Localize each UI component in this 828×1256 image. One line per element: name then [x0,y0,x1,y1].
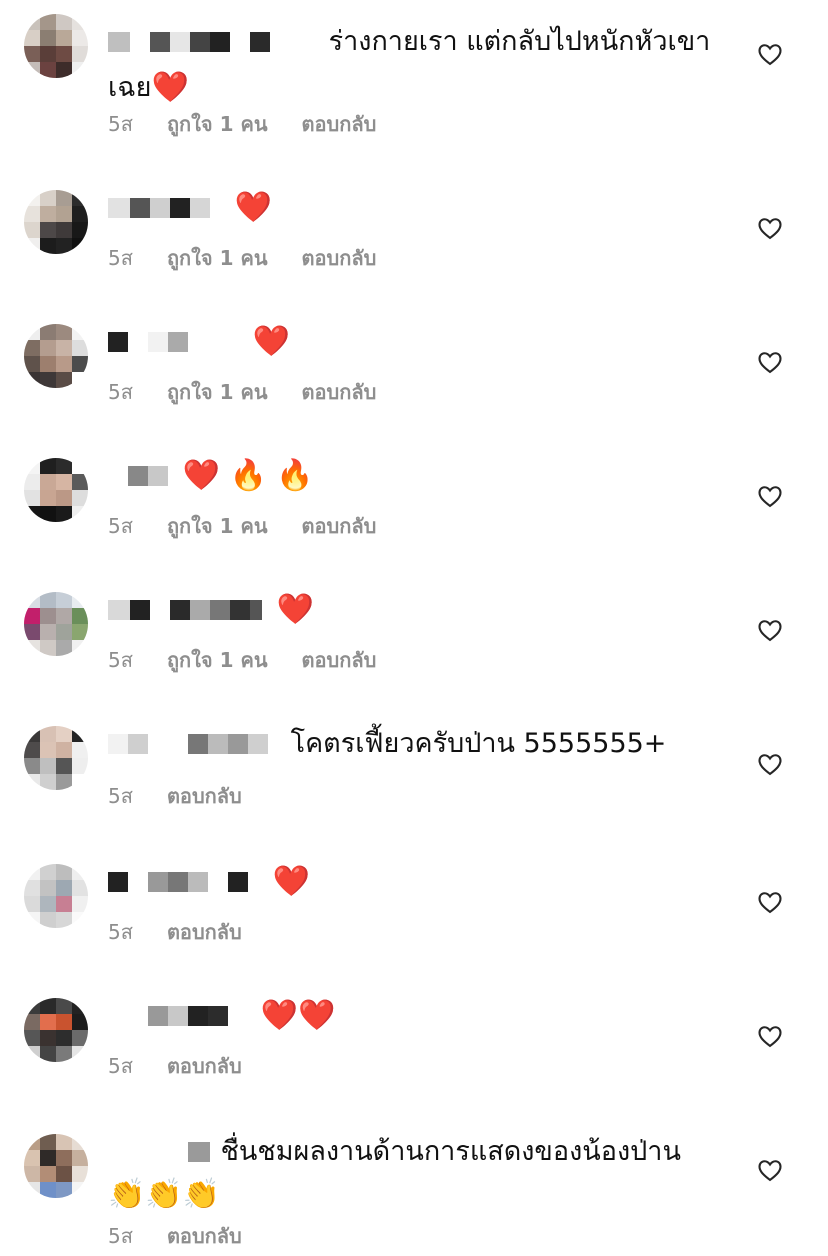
comment-time: 5ส [108,1224,133,1248]
reply-button[interactable]: ตอบกลับ [302,648,377,672]
like-count[interactable]: ถูกใจ 1 คน [167,648,268,672]
like-count[interactable]: ถูกใจ 1 คน [167,514,268,538]
comment-time: 5ส [108,920,133,944]
comment-time: 5ส [108,1054,133,1078]
heart-outline-icon[interactable] [756,348,784,376]
heart-outline-icon[interactable] [756,750,784,778]
comment-line-1: ❤️ [108,858,728,904]
username-redacted[interactable] [108,733,128,754]
like-count[interactable]: ถูกใจ 1 คน [167,380,268,404]
comment-meta: 5ส ถูกใจ 1 คน ตอบกลับ [108,510,376,542]
comment-meta: 5ส ตอบกลับ [108,1220,242,1252]
reply-button[interactable]: ตอบกลับ [302,246,377,270]
comment-text-continued: เฉย [108,71,152,103]
reply-button[interactable]: ตอบกลับ [167,920,242,944]
comment-meta: 5ส ถูกใจ 1 คน ตอบกลับ [108,108,376,140]
avatar[interactable] [24,1134,88,1198]
comment-line-1: ร่างกายเรา แต่กลับไปหนักหัวเขา [108,18,728,64]
comment-meta: 5ส ตอบกลับ [108,1050,242,1082]
comment-time: 5ส [108,380,133,404]
avatar[interactable] [24,324,88,388]
reply-button[interactable]: ตอบกลับ [302,112,377,136]
heart-outline-icon[interactable] [756,1022,784,1050]
comment-time: 5ส [108,514,133,538]
comment-line-1: ❤️ [108,184,728,230]
comment-time: 5ส [108,648,133,672]
comment-line-2: 👏👏👏 [108,1174,728,1214]
username-redacted[interactable] [108,331,128,352]
avatar[interactable] [24,190,88,254]
avatar[interactable] [24,14,88,78]
comment-text: ชื่นชมผลงานด้านการแสดงของน้องป่าน [220,1135,681,1167]
comment-line-1: โคตรเฟี้ยวครับป่าน 5555555+ [108,720,728,766]
reply-button[interactable]: ตอบกลับ [167,1224,242,1248]
username-redacted[interactable] [108,31,130,52]
like-count[interactable]: ถูกใจ 1 คน [167,246,268,270]
username-redacted[interactable] [108,599,130,620]
reply-button[interactable]: ตอบกลับ [167,1054,242,1078]
comment-line-1: ❤️ [108,318,728,364]
username-redacted[interactable] [108,197,130,218]
avatar[interactable] [24,592,88,656]
heart-emoji: ❤️ [151,69,189,105]
heart-outline-icon[interactable] [756,40,784,68]
comment-line-1: ❤️ 🔥 🔥 [108,452,728,498]
clapping-emoji: 👏👏👏 [108,1176,221,1212]
heart-emoji: ❤️ [272,863,310,899]
username-redacted[interactable] [188,1141,210,1162]
comment-text: โคตรเฟี้ยวครับป่าน 5555555+ [290,727,667,759]
like-count[interactable]: ถูกใจ 1 คน [167,112,268,136]
username-redacted[interactable] [108,1005,148,1026]
avatar[interactable] [24,726,88,790]
heart-emoji: ❤️ [252,323,290,359]
heart-emoji: ❤️ [276,591,314,627]
comment-meta: 5ส ถูกใจ 1 คน ตอบกลับ [108,376,376,408]
comment-line-1: ❤️❤️ [108,992,728,1038]
comment-meta: 5ส ตอบกลับ [108,780,242,812]
comment-text: ร่างกายเรา แต่กลับไปหนักหัวเขา [328,25,711,57]
comment-time: 5ส [108,112,133,136]
reply-button[interactable]: ตอบกลับ [302,514,377,538]
comment-meta: 5ส ตอบกลับ [108,916,242,948]
username-redacted[interactable] [108,871,128,892]
heart-emoji: ❤️❤️ [260,997,336,1033]
heart-emoji: ❤️ [234,189,272,225]
reply-button[interactable]: ตอบกลับ [302,380,377,404]
emoji-reactions: ❤️ 🔥 🔥 [182,457,314,493]
reply-button[interactable]: ตอบกลับ [167,784,242,808]
avatar[interactable] [24,998,88,1062]
username-redacted[interactable] [128,465,148,486]
comment-line-2: เฉย❤️ [108,64,728,110]
comment-meta: 5ส ถูกใจ 1 คน ตอบกลับ [108,644,376,676]
heart-outline-icon[interactable] [756,616,784,644]
heart-outline-icon[interactable] [756,482,784,510]
avatar[interactable] [24,864,88,928]
heart-outline-icon[interactable] [756,888,784,916]
comment-time: 5ส [108,246,133,270]
heart-outline-icon[interactable] [756,1156,784,1184]
comment-line-1: ❤️ [108,586,728,632]
comment-meta: 5ส ถูกใจ 1 คน ตอบกลับ [108,242,376,274]
heart-outline-icon[interactable] [756,214,784,242]
comment-line-1: ชื่นชมผลงานด้านการแสดงของน้องป่าน [108,1128,728,1174]
comment-time: 5ส [108,784,133,808]
avatar[interactable] [24,458,88,522]
